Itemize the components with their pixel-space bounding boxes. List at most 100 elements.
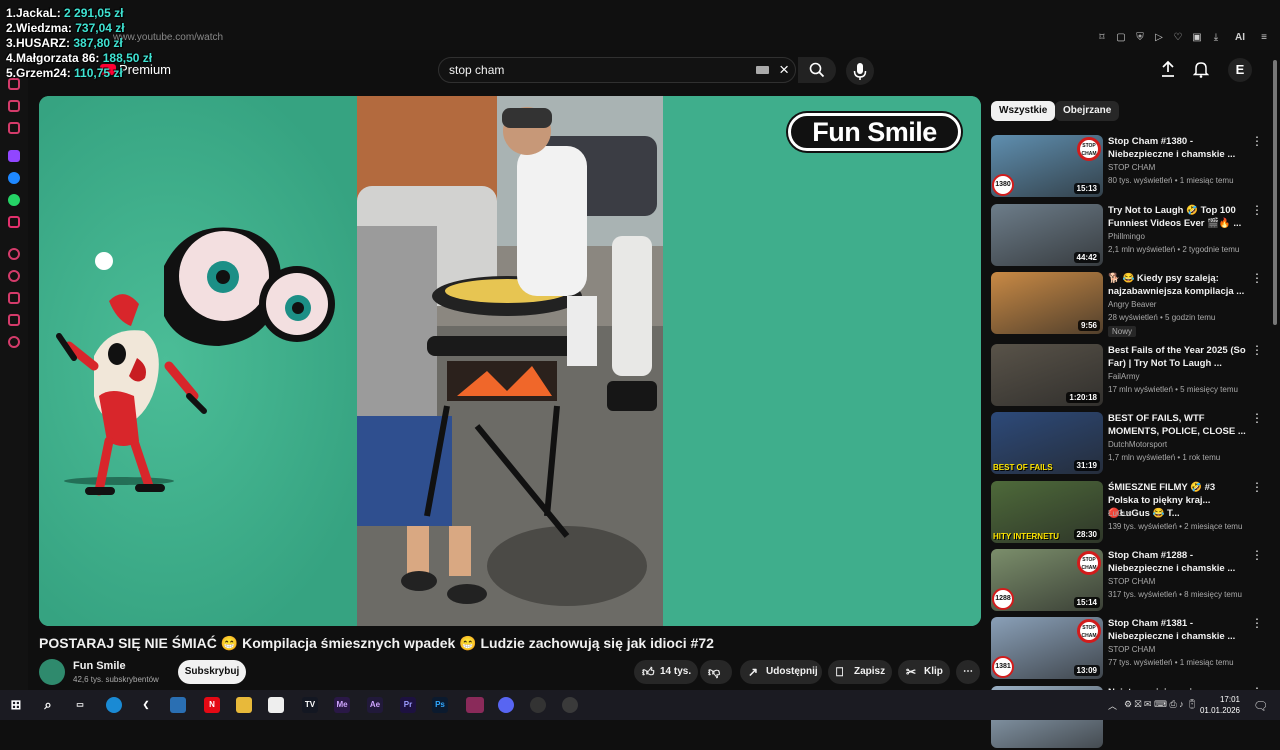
more-options-icon[interactable]: ⋮: [1251, 344, 1263, 356]
channel-avatar[interactable]: [39, 659, 65, 685]
tradingview-icon[interactable]: TV: [302, 697, 318, 713]
search-input[interactable]: stop cham ×: [438, 57, 796, 83]
back-arrow-icon[interactable]: ❮: [138, 697, 154, 713]
video-thumbnail[interactable]: STOP CHAM 1288 15:14: [991, 549, 1103, 611]
more-options-icon[interactable]: ⋮: [1251, 412, 1263, 424]
recommended-video[interactable]: STOP CHAM 1381 13:09 Stop Cham #1381 - Nieb…: [991, 617, 1271, 681]
recommended-video[interactable]: STOP CHAM 1288 15:14 Stop Cham #1288 - Nieb…: [991, 549, 1271, 613]
netflix-icon[interactable]: N: [204, 697, 220, 713]
play-icon[interactable]: ▷: [1153, 32, 1165, 44]
chip-watched[interactable]: Obejrzane: [1055, 101, 1120, 121]
ai-button[interactable]: AI: [1229, 32, 1251, 44]
instagram-icon[interactable]: [8, 216, 20, 228]
share-button[interactable]: ↗ Udostępnij: [740, 660, 822, 684]
recommended-video[interactable]: BEST OF FAILS 31:19 BEST OF FAILS, WTF MOM…: [991, 412, 1271, 476]
search-query[interactable]: stop cham: [449, 63, 504, 77]
search-taskbar-icon[interactable]: ⌕: [40, 697, 56, 713]
app-shortcut-icon[interactable]: [8, 122, 20, 134]
edge-browser-icon[interactable]: [106, 697, 122, 713]
clock-icon[interactable]: [8, 270, 20, 282]
recommended-channel-name[interactable]: Phillmingo: [1108, 232, 1145, 241]
notifications-bell-icon[interactable]: [1193, 60, 1209, 78]
page-scrollbar[interactable]: [1273, 60, 1277, 325]
downloads-icon[interactable]: [8, 292, 20, 304]
recommended-channel-name[interactable]: DutchMotorsport: [1108, 440, 1167, 449]
voice-search-button[interactable]: [846, 57, 874, 85]
discord-icon[interactable]: [498, 697, 514, 713]
active-app-icon[interactable]: [466, 697, 484, 713]
messenger-icon[interactable]: [8, 172, 20, 184]
media-encoder-icon[interactable]: Me: [334, 697, 350, 713]
recommended-video[interactable]: STOP CHAM 1380 15:13 Stop Cham #1380 - Nieb…: [991, 135, 1271, 199]
more-actions-button[interactable]: ⋯: [956, 660, 980, 684]
recommended-video-title[interactable]: Best Fails of the Year 2025 (So Far) | T…: [1108, 344, 1246, 370]
recommended-channel-name[interactable]: STOP CHAM: [1108, 645, 1155, 654]
video-thumbnail[interactable]: STOP CHAM 1380 15:13: [991, 135, 1103, 197]
like-button[interactable]: 👍︎ 14 tys.: [634, 660, 698, 684]
wallet-icon[interactable]: ▣: [1191, 32, 1203, 44]
recommended-video[interactable]: HITY INTERNETU 28:30 ŚMIESZNE FILMY 🤣 #3 P…: [991, 481, 1271, 545]
account-avatar[interactable]: E: [1228, 58, 1252, 82]
heart-icon[interactable]: ♡: [1172, 32, 1184, 44]
store-icon[interactable]: [268, 697, 284, 713]
app-icon[interactable]: [562, 697, 578, 713]
save-button[interactable]: ⎕ Zapisz: [828, 660, 892, 684]
app-icon[interactable]: [170, 697, 186, 713]
tray-chevron-icon[interactable]: ︿: [1108, 699, 1117, 712]
recommended-channel-name[interactable]: FailArmy: [1108, 372, 1140, 381]
recommended-video-title[interactable]: Stop Cham #1288 - Niebezpieczne i chamsk…: [1108, 549, 1246, 575]
clip-button[interactable]: ✂ Klip: [898, 660, 950, 684]
channel-name[interactable]: Fun Smile: [73, 660, 126, 672]
dislike-button[interactable]: 👎︎: [700, 660, 732, 684]
twitch-icon[interactable]: [8, 150, 20, 162]
recommended-channel-name[interactable]: STOP CHAM: [1108, 163, 1155, 172]
after-effects-icon[interactable]: Ae: [367, 697, 383, 713]
more-options-icon[interactable]: ⋮: [1251, 135, 1263, 147]
video-thumbnail[interactable]: BEST OF FAILS 31:19: [991, 412, 1103, 474]
bookmark-icon[interactable]: ⌑: [1096, 32, 1108, 44]
video-thumbnail[interactable]: HITY INTERNETU 28:30: [991, 481, 1103, 543]
keyboard-icon[interactable]: [756, 66, 769, 74]
upload-icon[interactable]: [1160, 60, 1176, 78]
video-thumbnail[interactable]: 1:20:18: [991, 344, 1103, 406]
recommended-channel-name[interactable]: ŁuGus: [1108, 509, 1132, 518]
recommended-video-title[interactable]: Stop Cham #1380 - Niebezpieczne i chamsk…: [1108, 135, 1246, 161]
recommended-video[interactable]: 9:56 🐕 😂 Kiedy psy szaleją: najzabawniejs…: [991, 272, 1271, 337]
video-thumbnail[interactable]: 44:42: [991, 204, 1103, 266]
video-thumbnail[interactable]: 9:56: [991, 272, 1103, 334]
recommended-video-title[interactable]: Stop Cham #1381 - Niebezpieczne i chamsk…: [1108, 617, 1246, 643]
extensions-icon[interactable]: [8, 314, 20, 326]
file-explorer-icon[interactable]: [236, 697, 252, 713]
reader-icon[interactable]: ▢: [1115, 32, 1127, 44]
shield-icon[interactable]: ⛨: [1134, 32, 1146, 44]
menu-icon[interactable]: ≡: [1258, 32, 1270, 44]
recommended-channel-name[interactable]: Angry Beaver: [1108, 300, 1156, 309]
recommended-video-title[interactable]: BEST OF FAILS, WTF MOMENTS, POLICE, CLOS…: [1108, 412, 1246, 438]
whatsapp-icon[interactable]: [8, 194, 20, 206]
search-button[interactable]: [798, 57, 836, 83]
notification-center-icon[interactable]: 🗨︎: [1253, 699, 1268, 713]
photoshop-icon[interactable]: Ps: [432, 697, 448, 713]
recommended-video[interactable]: 1:20:18 Best Fails of the Year 2025 (So F…: [991, 344, 1271, 408]
task-view-icon[interactable]: ▭: [72, 697, 88, 713]
premiere-pro-icon[interactable]: Pr: [400, 697, 416, 713]
more-options-icon[interactable]: ⋮: [1251, 481, 1263, 493]
recommended-video[interactable]: 44:42 Try Not to Laugh 🤣 Top 100 Funniest…: [991, 204, 1271, 268]
settings-icon[interactable]: [8, 336, 20, 348]
chip-all[interactable]: Wszystkie: [991, 101, 1056, 121]
more-options-icon[interactable]: ⋮: [1251, 204, 1263, 216]
obs-icon[interactable]: [530, 697, 546, 713]
subscribe-button[interactable]: Subskrybuj: [178, 660, 246, 684]
recommended-channel-name[interactable]: STOP CHAM: [1108, 577, 1155, 586]
app-shortcut-icon[interactable]: [8, 100, 20, 112]
windows-start-icon[interactable]: ⊞: [8, 697, 24, 713]
more-options-icon[interactable]: ⋮: [1251, 617, 1263, 629]
video-thumbnail[interactable]: STOP CHAM 1381 13:09: [991, 617, 1103, 679]
recommended-video-title[interactable]: Try Not to Laugh 🤣 Top 100 Funniest Vide…: [1108, 204, 1246, 230]
taskbar-clock[interactable]: 17:01 01.01.2026: [1200, 694, 1240, 716]
tray-icons[interactable]: ⚙ ⛝ ✉ ⌨ ⎙ ♪ 🔋︎: [1124, 699, 1198, 710]
history-icon[interactable]: [8, 248, 20, 260]
more-options-icon[interactable]: ⋮: [1251, 272, 1263, 284]
more-options-icon[interactable]: ⋮: [1251, 549, 1263, 561]
close-icon[interactable]: ×: [779, 60, 789, 80]
